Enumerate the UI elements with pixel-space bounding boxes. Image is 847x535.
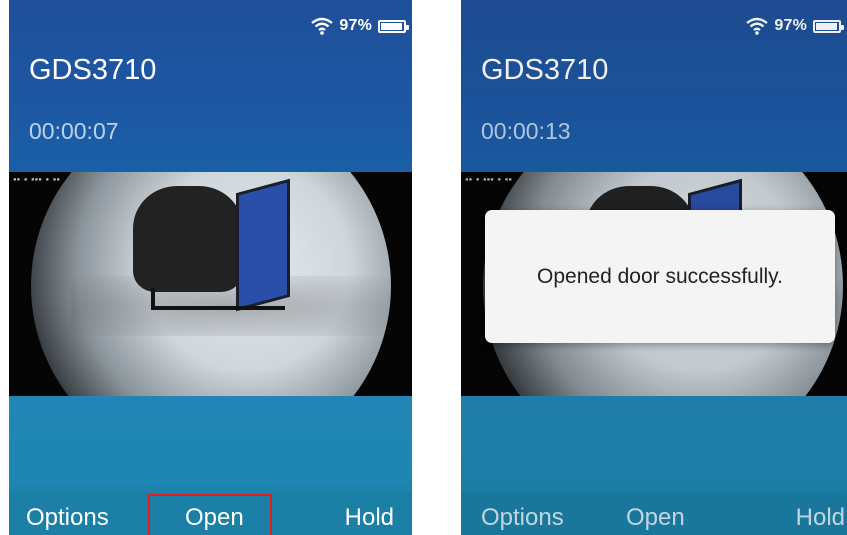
wifi-icon	[311, 17, 334, 35]
hold-softkey[interactable]: Hold	[345, 504, 394, 532]
battery-percent: 97%	[339, 17, 372, 34]
status-bar: 97%	[311, 14, 409, 38]
phone-screen-right: 97% GDS3710 00:00:13 ▪▪ ▪ ▪▪▪ ▪ ▪▪ Optio…	[461, 0, 847, 535]
video-overlay-text: ▪▪ ▪ ▪▪▪ ▪ ▪▪	[13, 176, 60, 183]
call-timer: 00:00:07	[29, 118, 119, 144]
battery-icon	[378, 19, 409, 33]
door-opened-toast: Opened door successfully.	[485, 210, 835, 343]
fisheye-camera-image	[31, 172, 391, 396]
open-highlight-box	[148, 494, 272, 535]
office-chair	[133, 186, 243, 292]
options-softkey[interactable]: Options	[26, 504, 109, 532]
phone-screen-left: 97% GDS3710 00:00:07 ▪▪ ▪ ▪▪▪ ▪ ▪▪ Optio…	[9, 0, 412, 535]
video-feed: ▪▪ ▪ ▪▪▪ ▪ ▪▪	[9, 172, 412, 396]
toast-message: Opened door successfully.	[537, 264, 783, 288]
caller-name: GDS3710	[29, 54, 157, 86]
